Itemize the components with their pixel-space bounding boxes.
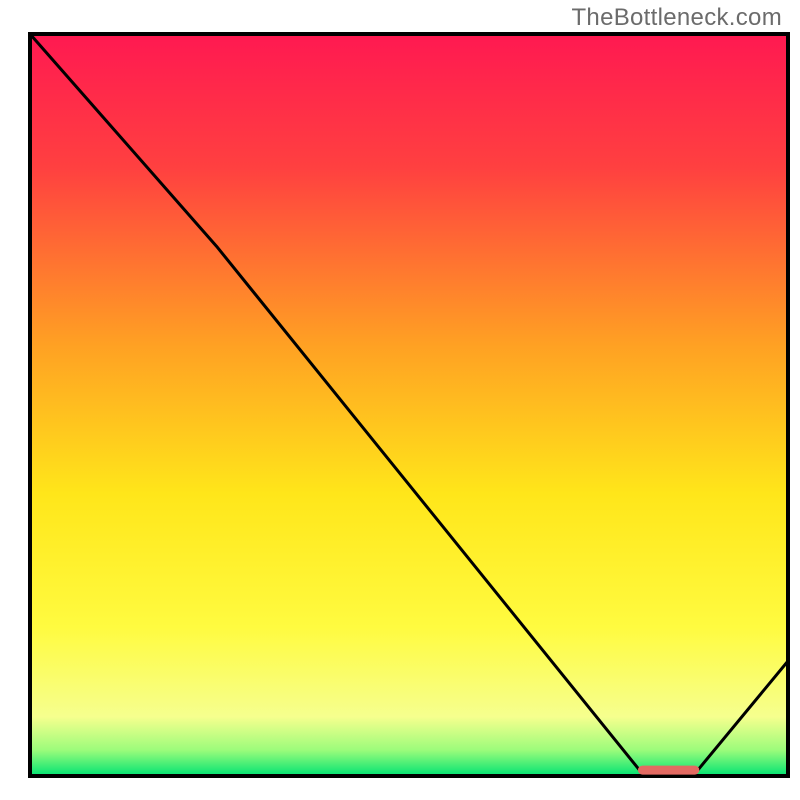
- watermark-text: TheBottleneck.com: [571, 4, 782, 32]
- bottleneck-chart: [0, 0, 800, 800]
- gradient-background: [30, 34, 788, 776]
- chart-root: TheBottleneck.com: [0, 0, 800, 800]
- plot-area: [30, 34, 788, 776]
